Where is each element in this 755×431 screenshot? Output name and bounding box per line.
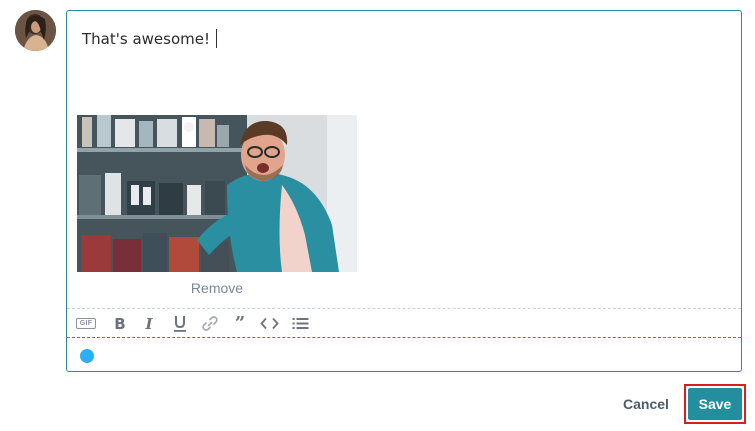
gif-button[interactable]: GIF — [76, 318, 96, 329]
italic-button[interactable]: I — [142, 314, 156, 333]
remove-attachment-link[interactable]: Remove — [77, 280, 357, 296]
text-caret — [215, 29, 217, 48]
quote-button[interactable]: ” — [232, 313, 248, 334]
code-icon — [260, 317, 279, 330]
code-button[interactable] — [260, 315, 279, 332]
bold-icon: B — [114, 314, 126, 333]
comment-editor-page: That's awesome! Remove GIF B I ” Cancel … — [0, 0, 755, 431]
avatar — [15, 10, 56, 51]
italic-icon: I — [145, 314, 153, 333]
gif-attachment-preview — [77, 115, 357, 272]
bold-button[interactable]: B — [113, 314, 127, 333]
save-button[interactable]: Save — [688, 388, 742, 420]
list-icon — [292, 318, 309, 329]
status-dot — [80, 349, 94, 363]
quote-icon: ” — [234, 313, 246, 334]
bulleted-list-button[interactable] — [292, 315, 309, 332]
comment-editor[interactable]: That's awesome! Remove GIF B I ” — [66, 10, 742, 372]
link-button[interactable] — [201, 315, 219, 332]
formatting-toolbar: GIF B I ” — [67, 308, 741, 338]
underline-icon — [174, 316, 186, 332]
link-icon — [202, 316, 218, 331]
underline-button[interactable] — [173, 315, 187, 332]
gif-icon: GIF — [79, 320, 93, 327]
comment-text: That's awesome! — [82, 30, 210, 48]
cancel-button[interactable]: Cancel — [617, 393, 675, 415]
save-button-highlight: Save — [684, 384, 746, 424]
comment-input[interactable]: That's awesome! — [82, 29, 217, 48]
